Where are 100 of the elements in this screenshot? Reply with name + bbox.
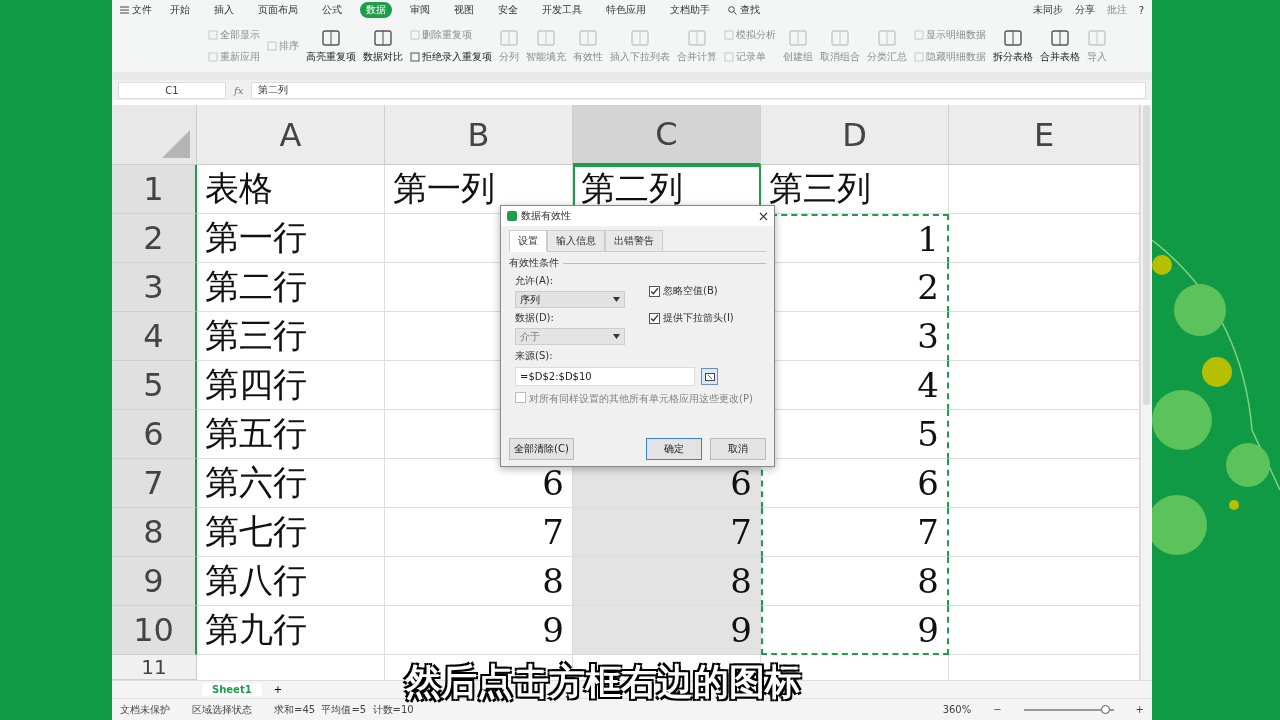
search-button[interactable]: 查找 (728, 3, 760, 17)
menu-tab[interactable]: 特色应用 (600, 2, 652, 18)
clear-all-button[interactable]: 全部清除(C) (509, 438, 574, 460)
scrollbar-thumb[interactable] (1143, 105, 1150, 405)
name-box[interactable]: C1 (118, 81, 226, 99)
zoom-out-button[interactable]: − (993, 704, 1002, 715)
column-header[interactable]: B (385, 105, 573, 165)
ribbon-button[interactable]: 合并表格 (1040, 28, 1080, 64)
tool-icon (373, 28, 393, 47)
app-icon (507, 211, 517, 221)
dialog-tab[interactable]: 设置 (509, 230, 547, 252)
allow-select[interactable]: 序列 (515, 291, 625, 308)
row-header[interactable]: 4 (112, 312, 197, 361)
column-header[interactable]: A (197, 105, 385, 165)
triangle-icon (162, 130, 190, 158)
ribbon-button[interactable]: 高亮重复项 (306, 28, 356, 64)
tool-icon (1003, 28, 1023, 47)
range-picker-button[interactable] (701, 368, 718, 385)
checkbox-label: 忽略空值(B) (663, 284, 718, 298)
protect-status[interactable]: 文档未保护 (120, 702, 170, 717)
table-cell: 表格 (197, 165, 385, 214)
row-header[interactable]: 1 (112, 165, 197, 214)
checkbox-label: 提供下拉箭头(I) (663, 311, 734, 325)
menu-tab[interactable]: 公式 (316, 2, 348, 18)
ribbon-button[interactable]: 拆分表格 (993, 28, 1033, 64)
ribbon-button[interactable]: 拒绝录入重复项 (410, 50, 492, 64)
checkbox[interactable] (649, 312, 660, 324)
range-icon (704, 372, 715, 381)
column-header[interactable]: D (761, 105, 949, 165)
tool-icon (724, 30, 734, 40)
row-header[interactable]: 8 (112, 508, 197, 557)
table-cell: 9 (761, 606, 949, 655)
row-header[interactable]: 11 (112, 655, 197, 680)
checkbox[interactable] (649, 285, 660, 297)
source-field[interactable]: =$D$2:$D$10 (515, 367, 695, 386)
dialog-tab[interactable]: 输入信息 (547, 230, 605, 252)
table-cell: 第六行 (197, 459, 385, 508)
field-label: 允许(A): (515, 274, 554, 288)
formula-field[interactable]: 第二列 (251, 81, 1146, 99)
table-cell: 7 (761, 508, 949, 557)
table-cell: 第七行 (197, 508, 385, 557)
row-header[interactable]: 9 (112, 557, 197, 606)
tool-icon (499, 28, 519, 47)
comment-button[interactable]: 批注 (1106, 3, 1127, 17)
tool-icon (1050, 28, 1070, 47)
row-header[interactable]: 10 (112, 606, 197, 655)
menu-tab[interactable]: 文档助手 (664, 2, 716, 18)
caret-icon (613, 297, 620, 302)
column-header[interactable]: C (573, 105, 761, 165)
dialog-tab[interactable]: 出错警告 (605, 230, 663, 252)
table-cell: 第一行 (197, 214, 385, 263)
table-cell: 第四行 (197, 361, 385, 410)
help-button[interactable]: ? (1138, 4, 1144, 16)
tool-icon (410, 52, 420, 62)
field-label: 来源(S): (514, 349, 554, 363)
table-cell: 8 (385, 557, 573, 606)
tool-icon (578, 28, 598, 47)
share-button[interactable]: 分享 (1074, 3, 1095, 17)
tool-icon (410, 30, 420, 40)
menu-tab[interactable]: 安全 (492, 2, 524, 18)
cancel-button[interactable]: 取消 (710, 438, 766, 460)
add-sheet-button[interactable]: + (273, 684, 282, 695)
table-cell: 7 (573, 508, 761, 557)
row-header[interactable]: 3 (112, 263, 197, 312)
field-label: 数据(D): (515, 311, 555, 325)
table-cell: 9 (385, 606, 573, 655)
row-header[interactable]: 7 (112, 459, 197, 508)
menu-tab[interactable]: 开发工具 (536, 2, 588, 18)
checkbox-label: 对所有同样设置的其他所有单元格应用这些更改(P) (529, 392, 753, 406)
menu-tab[interactable]: 插入 (208, 2, 240, 18)
function-label[interactable]: fx (234, 84, 244, 96)
menu-tab[interactable]: 开始 (164, 2, 196, 18)
file-menu[interactable]: 文件 (120, 3, 152, 17)
table-cell: 第二行 (197, 263, 385, 312)
menu-tab[interactable]: 视图 (448, 2, 480, 18)
ok-button[interactable]: 确定 (646, 438, 702, 460)
zoom-thumb[interactable] (1100, 704, 1110, 714)
close-icon[interactable] (759, 211, 768, 221)
section-title: 有效性条件 (509, 256, 559, 270)
table-cell: 第八行 (197, 557, 385, 606)
tool-icon (1087, 28, 1107, 47)
row-header[interactable]: 5 (112, 361, 197, 410)
tool-icon (914, 30, 924, 40)
zoom-slider[interactable] (1023, 708, 1114, 711)
row-header[interactable]: 2 (112, 214, 197, 263)
zoom-in-button[interactable]: + (1135, 704, 1144, 715)
menu-tab[interactable]: 审阅 (404, 2, 436, 18)
sync-button[interactable]: 未同步 (1032, 3, 1063, 17)
row-header[interactable]: 6 (112, 410, 197, 459)
menu-tab[interactable]: 页面布局 (252, 2, 304, 18)
mode-status: 区域选择状态 (192, 702, 252, 717)
ribbon-button[interactable]: 数据对比 (363, 28, 403, 64)
tool-icon (830, 28, 850, 47)
column-header[interactable]: E (949, 105, 1140, 165)
table-cell: 8 (573, 557, 761, 606)
tool-icon (724, 52, 734, 62)
search-icon (728, 5, 737, 15)
zoom-level[interactable]: 360% (942, 704, 972, 715)
tool-icon (536, 28, 556, 47)
tool-icon (630, 28, 650, 47)
